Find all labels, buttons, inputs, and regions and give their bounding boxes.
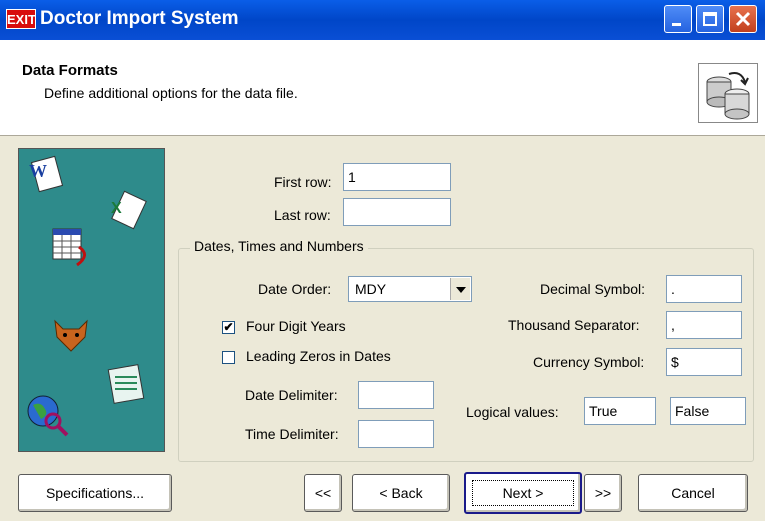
thousand-separator-input[interactable]: ,	[666, 311, 742, 339]
svg-text:X: X	[111, 200, 122, 217]
date-order-select[interactable]: MDY	[348, 276, 472, 302]
word-document-icon: W	[29, 155, 64, 193]
chevron-down-icon[interactable]	[450, 278, 470, 300]
currency-symbol-label: Currency Symbol:	[533, 354, 645, 370]
date-order-value: MDY	[355, 281, 387, 297]
window-title: Doctor Import System	[40, 8, 239, 29]
first-page-button[interactable]: <<	[304, 474, 342, 512]
focus-ring	[472, 480, 574, 506]
close-button[interactable]	[729, 5, 757, 33]
four-digit-years-label[interactable]: Four Digit Years	[246, 318, 346, 334]
import-dialog: EXIT Doctor Import System Data Formats D…	[0, 0, 765, 521]
logical-true-input[interactable]: True	[584, 397, 656, 425]
group-title: Dates, Times and Numbers	[190, 238, 368, 254]
cancel-button[interactable]: Cancel	[638, 474, 748, 512]
date-order-label: Date Order:	[258, 281, 332, 297]
last-page-button[interactable]: >>	[584, 474, 622, 512]
first-row-label: First row:	[274, 174, 332, 190]
last-row-input[interactable]	[343, 198, 451, 226]
table-icon	[52, 228, 86, 267]
maximize-button[interactable]	[696, 5, 724, 33]
logical-false-input[interactable]: False	[670, 397, 746, 425]
specifications-button[interactable]: Specifications...	[18, 474, 172, 512]
sidebar-graphic: W X	[18, 148, 165, 452]
leading-zeros-checkbox[interactable]	[222, 351, 235, 364]
page-subtitle: Define additional options for the data f…	[44, 85, 298, 101]
decimal-symbol-input[interactable]: .	[666, 275, 742, 303]
page-title: Data Formats	[22, 62, 118, 79]
next-button[interactable]: Next >	[464, 472, 582, 514]
close-icon	[735, 11, 751, 27]
maximize-icon	[703, 12, 717, 26]
date-delimiter-label: Date Delimiter:	[245, 387, 338, 403]
decimal-symbol-label: Decimal Symbol:	[540, 281, 646, 297]
first-row-input[interactable]: 1	[343, 163, 451, 191]
last-row-label: Last row:	[274, 207, 331, 223]
minimize-icon	[672, 23, 681, 26]
currency-symbol-input[interactable]: $	[666, 348, 742, 376]
logical-values-label: Logical values:	[466, 404, 559, 420]
four-digit-years-checkbox[interactable]: ✔	[222, 321, 235, 334]
excel-document-icon: X	[111, 190, 147, 230]
leading-zeros-label[interactable]: Leading Zeros in Dates	[246, 348, 391, 364]
svg-text:W: W	[29, 161, 47, 181]
foxpro-icon	[54, 319, 88, 352]
minimize-button[interactable]	[664, 5, 692, 33]
database-convert-icon	[698, 63, 758, 123]
title-bar[interactable]: EXIT Doctor Import System	[0, 0, 765, 40]
globe-search-icon	[27, 395, 69, 437]
thousand-separator-label: Thousand Separator:	[508, 317, 640, 333]
date-delimiter-input[interactable]	[358, 381, 434, 409]
time-delimiter-label: Time Delimiter:	[245, 426, 339, 442]
wizard-header: Data Formats Define additional options f…	[0, 40, 765, 136]
notepad-icon	[107, 364, 145, 404]
back-button[interactable]: < Back	[352, 474, 450, 512]
app-exit-icon: EXIT	[6, 9, 36, 29]
time-delimiter-input[interactable]	[358, 420, 434, 448]
